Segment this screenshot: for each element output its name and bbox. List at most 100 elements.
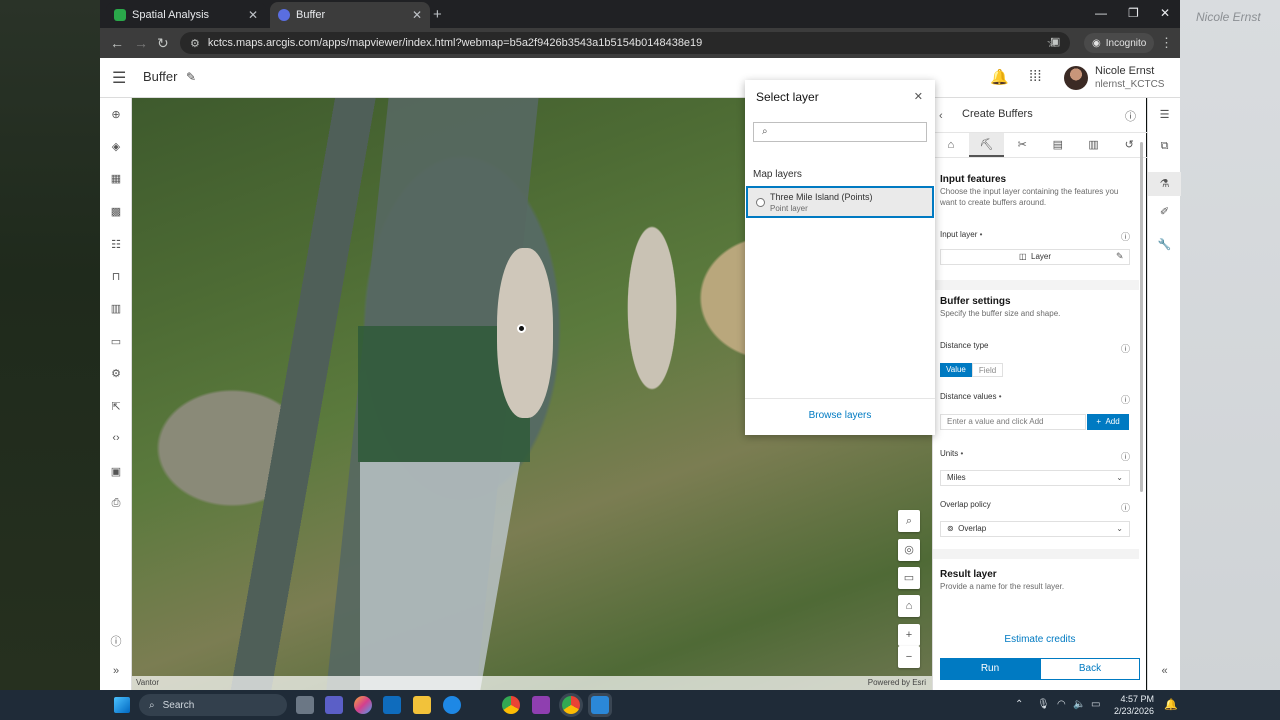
app-icon[interactable]: [591, 696, 609, 714]
layer-type: Point layer: [770, 204, 808, 213]
microphone-icon[interactable]: 🎙: [1037, 699, 1050, 710]
distance-type-field[interactable]: Field: [971, 363, 1004, 377]
back-arrow-icon[interactable]: ←: [110, 35, 124, 51]
info-icon[interactable]: ⓘ: [1121, 342, 1130, 355]
bookmarks-icon[interactable]: ⊓: [100, 270, 132, 283]
legend-icon[interactable]: ☷: [100, 238, 132, 251]
layer-radio[interactable]: [756, 198, 765, 207]
teams-icon[interactable]: [325, 696, 343, 714]
add-distance-button[interactable]: + Add: [1087, 414, 1129, 430]
restore-icon[interactable]: ❐: [1128, 6, 1139, 20]
reload-icon[interactable]: ↻: [157, 35, 169, 52]
distance-value-input[interactable]: Enter a value and click Add: [940, 414, 1086, 430]
window-close-icon[interactable]: ✕: [1160, 6, 1170, 20]
incognito-badge[interactable]: ◉ Incognito: [1084, 33, 1155, 53]
home-icon[interactable]: ⌂: [898, 595, 920, 617]
info-icon[interactable]: ⓘ: [1125, 108, 1136, 124]
wifi-icon[interactable]: ◠: [1057, 699, 1066, 710]
powered-by-esri[interactable]: Powered by Esri: [868, 678, 926, 687]
menu-icon[interactable]: ☰: [112, 68, 126, 88]
sketch-icon[interactable]: ▭: [100, 335, 132, 348]
right-toolbar: ☰ ⧉ ⚗ ✐ 🔧 «: [1147, 98, 1181, 690]
edit-layer-icon[interactable]: ✎: [1116, 251, 1124, 262]
close-icon[interactable]: ✕: [248, 8, 258, 22]
copilot-icon[interactable]: [354, 696, 372, 714]
search-map-icon[interactable]: ⌕: [898, 510, 920, 532]
tool-icon[interactable]: ⛏: [968, 133, 1005, 157]
clock[interactable]: 4:57 PM 2/23/2026: [1114, 693, 1154, 717]
info-icon[interactable]: ⓘ: [1121, 393, 1130, 406]
app-icon[interactable]: [532, 696, 550, 714]
tools-icon[interactable]: 🔧: [1148, 238, 1181, 251]
speaker-icon[interactable]: 🔈: [1073, 699, 1085, 710]
screen-icon[interactable]: ▭: [898, 567, 920, 589]
document-function-icon[interactable]: ▥: [1076, 133, 1112, 157]
new-tab-icon[interactable]: +: [433, 6, 442, 23]
layer-list-item[interactable]: Three Mile Island (Points) Point layer: [746, 186, 934, 218]
back-button[interactable]: Back: [1040, 658, 1140, 680]
share-icon[interactable]: ⇱: [100, 400, 132, 413]
site-info-icon[interactable]: ⚙: [190, 37, 200, 50]
expand-icon[interactable]: »: [100, 665, 132, 677]
sketch-tool-icon[interactable]: ✐: [1148, 205, 1181, 218]
outlook-icon[interactable]: [383, 696, 401, 714]
properties-icon[interactable]: ☰: [1148, 108, 1181, 121]
browser-menu-icon[interactable]: ⋮: [1160, 35, 1173, 51]
add-icon[interactable]: ⊕: [100, 108, 132, 121]
collapse-icon[interactable]: «: [1148, 665, 1181, 677]
analysis-icon[interactable]: ⚗: [1148, 172, 1181, 196]
forward-arrow-icon[interactable]: →: [134, 35, 148, 51]
address-bar[interactable]: ⚙ kctcs.maps.arcgis.com/apps/mapviewer/i…: [180, 32, 1070, 54]
minimize-icon[interactable]: —: [1095, 6, 1107, 20]
zoom-in-icon[interactable]: +: [898, 624, 920, 646]
info-icon[interactable]: ⓘ: [1121, 450, 1130, 463]
info-icon[interactable]: ⓘ: [1121, 230, 1130, 243]
notification-bell-icon[interactable]: 🔔: [1164, 698, 1178, 711]
layers-icon[interactable]: ◈: [100, 140, 132, 153]
close-icon[interactable]: ✕: [914, 90, 923, 103]
scissors-icon[interactable]: ✂: [1004, 133, 1040, 157]
zoom-out-icon[interactable]: −: [898, 646, 920, 668]
locate-icon[interactable]: ◎: [898, 539, 920, 561]
estimate-credits-link[interactable]: Estimate credits: [933, 634, 1147, 645]
browse-layers-button[interactable]: Browse layers: [745, 410, 935, 421]
widgets-icon[interactable]: ▣: [100, 465, 132, 478]
basemap-icon[interactable]: ▩: [100, 205, 132, 218]
chevron-left-icon[interactable]: ‹: [939, 110, 943, 122]
distance-type-value[interactable]: Value: [940, 363, 972, 377]
charts-icon[interactable]: ▥: [100, 302, 132, 315]
chevron-up-icon[interactable]: ⌃: [1015, 699, 1023, 710]
info-icon[interactable]: ⓘ: [100, 633, 132, 649]
settings-icon[interactable]: ⚙: [100, 367, 132, 380]
units-select[interactable]: Miles ⌄: [940, 470, 1130, 486]
close-icon[interactable]: ✕: [412, 8, 422, 22]
avatar[interactable]: [1064, 66, 1088, 90]
layer-search-input[interactable]: ⌕: [753, 122, 927, 142]
configure-popup-icon[interactable]: ⧉: [1148, 140, 1181, 153]
windows-start-icon[interactable]: [114, 697, 130, 713]
tab-spatial-analysis[interactable]: Spatial Analysis ✕: [106, 2, 266, 28]
panel-scrollbar[interactable]: [1139, 134, 1145, 614]
app-launcher-icon[interactable]: ⁞⁞⁞: [1029, 68, 1042, 85]
map-point-marker[interactable]: [517, 324, 526, 333]
taskbar-search[interactable]: ⌕ Search: [139, 694, 287, 716]
app-icon[interactable]: [443, 696, 461, 714]
table-function-icon[interactable]: ▤: [1040, 133, 1076, 157]
tab-buffer[interactable]: Buffer ✕: [270, 2, 430, 28]
task-view-icon[interactable]: [296, 696, 314, 714]
cast-icon[interactable]: ▣: [1050, 35, 1060, 48]
run-button[interactable]: Run: [940, 658, 1040, 680]
home-icon[interactable]: ⌂: [933, 133, 969, 157]
input-layer-button[interactable]: ◫ Layer: [940, 249, 1130, 265]
embed-code-icon[interactable]: ‹›: [100, 432, 132, 444]
overlap-select[interactable]: ⊚ Overlap ⌄: [940, 521, 1130, 537]
scrollbar-thumb[interactable]: [1140, 142, 1143, 492]
notifications-icon[interactable]: 🔔: [990, 68, 1009, 86]
print-icon[interactable]: ⎙: [100, 497, 132, 510]
chrome-incognito-icon[interactable]: [562, 696, 580, 714]
file-explorer-icon[interactable]: [413, 696, 431, 714]
table-icon[interactable]: ▦: [100, 172, 132, 185]
chrome-icon[interactable]: [502, 696, 520, 714]
info-icon[interactable]: ⓘ: [1121, 501, 1130, 514]
edit-title-icon[interactable]: ✎: [186, 70, 196, 84]
